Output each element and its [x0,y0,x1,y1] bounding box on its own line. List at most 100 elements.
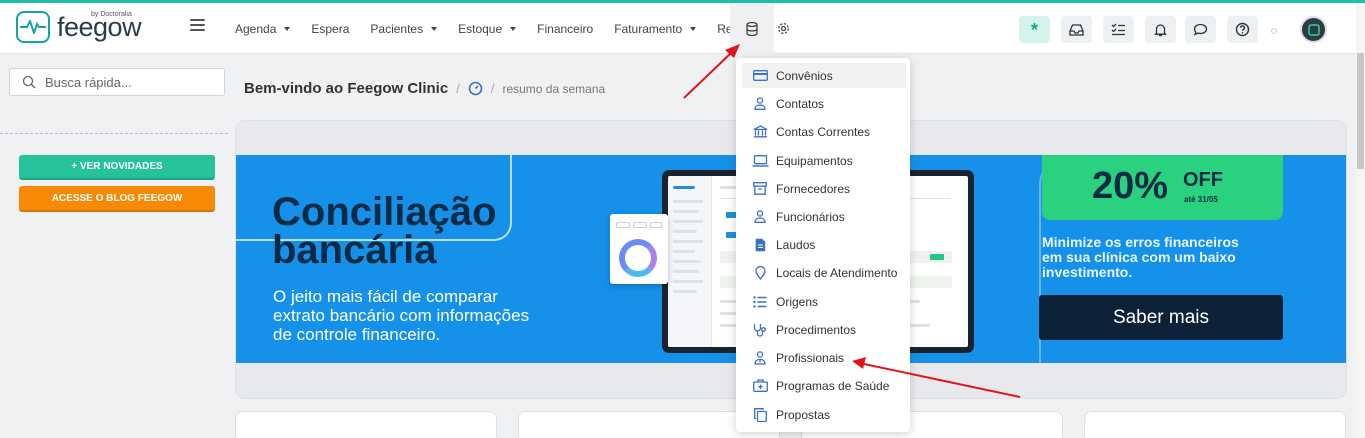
menu-item-label: Contas Correntes [776,124,871,139]
nav-agenda[interactable]: Agenda [235,21,291,36]
nav-faturamento[interactable]: Faturamento [614,21,697,36]
notifications-button[interactable] [1145,16,1176,43]
menu-item-contatos[interactable]: Contatos [736,91,910,116]
logo-byline: by Doctoralia [91,11,132,18]
menu-item-origens[interactable]: Origens [736,289,910,314]
user-avatar[interactable] [1300,16,1327,43]
menu-item-procedimentos[interactable]: Procedimentos [736,317,910,342]
donut-chart-icon [619,239,657,277]
menu-item-label: Procedimentos [776,322,857,337]
nav-label: Financeiro [537,21,594,36]
news-button[interactable]: + VER NOVIDADES [19,155,215,180]
user-icon [751,209,769,225]
inbox-icon [1069,23,1084,36]
menu-item-label: Programas de Saúde [776,378,890,393]
status-dot [1271,28,1277,34]
menu-item-convenios[interactable]: Convênios [742,63,906,88]
menu-item-funcionarios[interactable]: Funcionários [736,204,910,229]
app-logo[interactable]: feegow by Doctoralia [16,11,142,43]
menu-item-label: Origens [776,294,819,309]
promo-line: em sua clínica com um baixo [1042,249,1236,265]
menu-item-label: Locais de Atendimento [776,265,898,280]
menu-item-label: Laudos [776,237,816,252]
nav-label: Estoque [458,21,503,36]
chat-icon [1193,23,1208,36]
archive-icon [751,181,769,197]
banner-title-line: bancária [272,228,437,272]
inbox-button[interactable] [1061,16,1092,43]
favorites-button[interactable]: * [1019,16,1050,43]
discount-percent: 20% [1092,165,1169,207]
blog-button[interactable]: ACESSE O BLOG FEEGOW [19,186,215,212]
copy-icon [751,407,769,423]
menu-item-programas-saude[interactable]: Programas de Saúde [736,373,910,398]
promo-line: Minimize os erros financeiros [1042,234,1239,250]
help-button[interactable] [1227,16,1258,43]
bell-icon [1154,23,1167,36]
chat-button[interactable] [1185,16,1216,43]
banner-desc-line: O jeito mais fácil de comparar [273,287,498,306]
menu-toggle-icon[interactable] [190,19,205,31]
stat-card [235,411,497,438]
page-scrollbar[interactable] [1356,3,1365,438]
checklist-icon [1111,23,1125,36]
doctor-icon [751,350,769,366]
quick-search[interactable] [9,68,225,96]
banner-title: Conciliação bancária [272,190,532,272]
banner-desc-line: extrato bancário com informações [273,306,530,325]
caret-down-icon [690,26,697,31]
menu-item-label: Fornecedores [776,181,851,196]
nav-pacientes[interactable]: Pacientes [370,21,438,36]
breadcrumb-separator: / [490,81,495,96]
menu-item-contas-correntes[interactable]: Contas Correntes [736,119,910,144]
sidebar-divider [0,133,228,134]
breadcrumb-current: resumo da semana [502,81,606,96]
menu-item-label: Funcionários [776,209,845,224]
logo-mark-icon [16,11,50,43]
caret-down-icon [431,26,438,31]
menu-item-laudos[interactable]: Laudos [736,232,910,257]
breadcrumb-separator: / [456,81,460,96]
tasks-button[interactable] [1103,16,1134,43]
caret-down-icon [284,26,291,31]
nav-label: Agenda [235,21,277,36]
database-icon [746,21,758,36]
menu-item-profissionais[interactable]: Profissionais [736,345,910,370]
nav-estoque[interactable]: Estoque [458,21,517,36]
menu-item-propostas[interactable]: Propostas [736,402,910,427]
user-icon [751,96,769,112]
scrollbar-thumb[interactable] [1357,53,1364,169]
nav-financeiro[interactable]: Financeiro [537,22,593,36]
cadastros-dropdown-menu: Convênios Contatos Contas Correntes Equi… [736,58,910,432]
map-pin-icon [751,265,769,281]
dashboard-gauge-icon [468,81,483,96]
search-input[interactable] [45,74,215,90]
document-icon [751,237,769,253]
learn-more-button[interactable]: Saber mais [1039,295,1283,340]
menu-item-label: Contatos [776,96,825,111]
menu-item-label: Convênios [776,68,833,83]
menu-item-locais-atendimento[interactable]: Locais de Atendimento [736,260,910,285]
gear-icon [777,23,789,34]
help-icon [1235,22,1250,37]
laptop-icon [751,153,769,169]
mockup-chart-card [610,214,668,284]
nav-label: Faturamento [614,21,683,36]
annotation-arrow-cadastros [683,52,732,99]
stethoscope-icon [751,322,769,338]
nav-label: Espera [311,21,350,36]
nav-espera[interactable]: Espera [311,22,349,36]
menu-item-label: Propostas [776,407,831,422]
nav-label: Pacientes [370,21,424,36]
promo-text: Minimize os erros financeiros em sua clí… [1042,235,1282,280]
menu-item-label: Profissionais [776,350,845,365]
caret-down-icon [510,26,517,31]
breadcrumb: Bem-vindo ao Feegow Clinic / / resumo da… [244,80,605,97]
discount-date: até 31/05 [1184,195,1218,204]
nav-settings-button[interactable] [761,3,805,54]
menu-item-equipamentos[interactable]: Equipamentos [736,148,910,173]
asterisk-icon: * [1030,19,1038,40]
banner-desc-line: de controle financeiro. [273,325,441,344]
banner-title-line: Conciliação [272,190,497,234]
menu-item-fornecedores[interactable]: Fornecedores [736,176,910,201]
